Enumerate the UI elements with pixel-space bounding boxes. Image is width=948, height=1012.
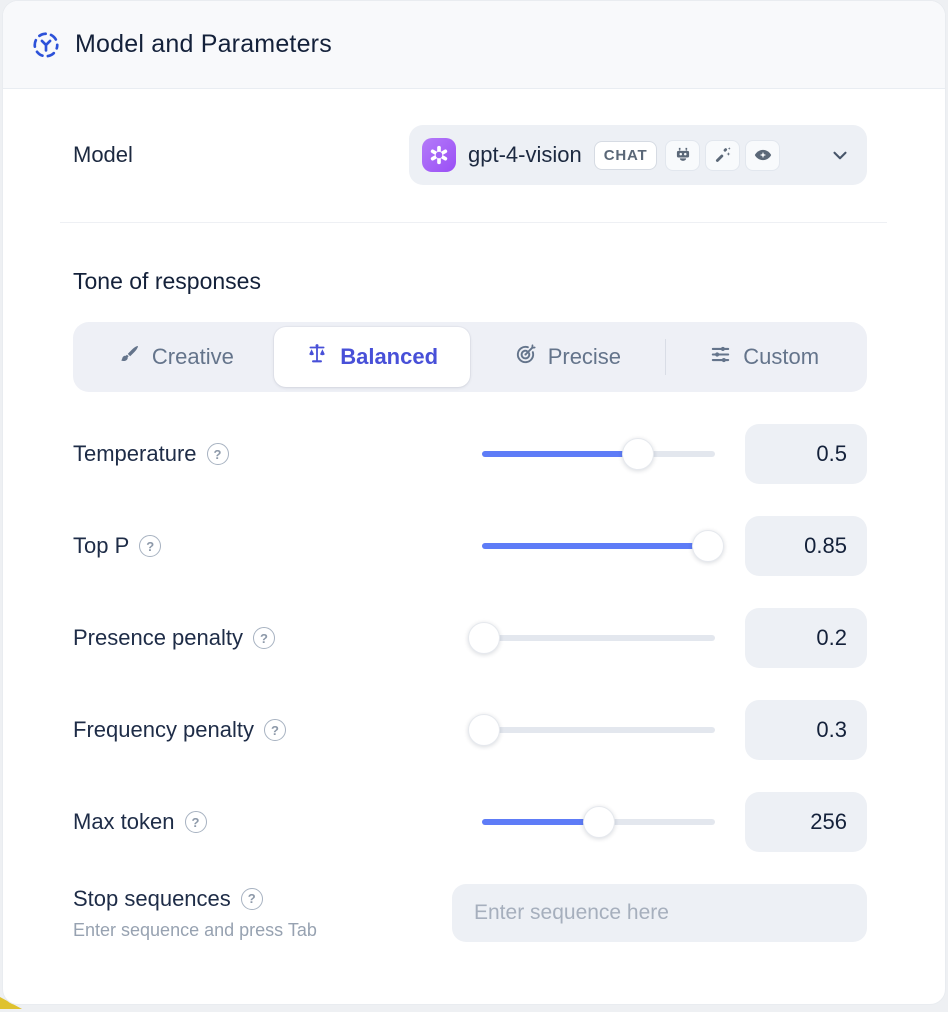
slider-thumb[interactable]: [583, 806, 615, 838]
help-icon[interactable]: [139, 535, 161, 557]
param-label: Top P: [73, 533, 482, 559]
tone-option-label: Custom: [743, 344, 819, 370]
stop-sequences-row: Stop sequences Enter sequence and press …: [73, 884, 867, 942]
tone-option-creative[interactable]: Creative: [78, 327, 274, 387]
magic-wand-icon: [705, 140, 740, 171]
tone-option-balanced[interactable]: Balanced: [274, 327, 470, 387]
target-icon: [514, 343, 537, 372]
tone-heading: Tone of responses: [73, 268, 867, 295]
model-row: Model gpt-4-vi: [73, 125, 867, 185]
temperature-value[interactable]: 0.5: [745, 424, 867, 484]
sliders-icon: [709, 343, 732, 372]
help-icon[interactable]: [207, 443, 229, 465]
max-token-slider[interactable]: [482, 806, 715, 838]
section-divider: [60, 222, 887, 223]
chevron-down-icon: [829, 144, 851, 166]
param-label: Max token: [73, 809, 482, 835]
robot-icon: [665, 140, 700, 171]
max-token-value[interactable]: 256: [745, 792, 867, 852]
frequency-penalty-slider[interactable]: [482, 714, 715, 746]
presence-penalty-value[interactable]: 0.2: [745, 608, 867, 668]
slider-thumb[interactable]: [468, 714, 500, 746]
slider-thumb[interactable]: [622, 438, 654, 470]
param-label: Temperature: [73, 441, 482, 467]
page-title: Model and Parameters: [75, 30, 332, 59]
slider-fill: [482, 451, 638, 457]
param-row-top-p: Top P 0.85: [73, 516, 867, 576]
help-icon[interactable]: [241, 888, 263, 910]
param-row-frequency-penalty: Frequency penalty 0.3: [73, 700, 867, 760]
model-type-badge: CHAT: [594, 141, 658, 170]
stop-sequences-labels: Stop sequences Enter sequence and press …: [73, 886, 452, 941]
top-p-value[interactable]: 0.85: [745, 516, 867, 576]
tone-option-precise[interactable]: Precise: [470, 327, 666, 387]
model-label: Model: [73, 142, 409, 168]
tone-segmented-control: Creative Balanced: [73, 322, 867, 392]
help-icon[interactable]: [264, 719, 286, 741]
frequency-penalty-value[interactable]: 0.3: [745, 700, 867, 760]
slider-fill: [482, 819, 599, 825]
temperature-slider[interactable]: [482, 438, 715, 470]
selected-model-name: gpt-4-vision: [468, 142, 582, 168]
help-icon[interactable]: [185, 811, 207, 833]
model-icon: [31, 30, 61, 60]
capability-chips: [665, 140, 780, 171]
param-label: Presence penalty: [73, 625, 482, 651]
param-row-temperature: Temperature 0.5: [73, 424, 867, 484]
tone-option-label: Balanced: [340, 344, 438, 370]
openai-logo-icon: [422, 138, 456, 172]
model-select[interactable]: gpt-4-vision CHAT: [409, 125, 867, 185]
tone-option-label: Creative: [152, 344, 234, 370]
tone-option-custom[interactable]: Custom: [666, 327, 862, 387]
param-row-max-token: Max token 256: [73, 792, 867, 852]
tone-option-label: Precise: [548, 344, 621, 370]
slider-thumb[interactable]: [692, 530, 724, 562]
slider-fill: [482, 543, 708, 549]
presence-penalty-slider[interactable]: [482, 622, 715, 654]
stop-sequences-label: Stop sequences: [73, 886, 231, 912]
param-label: Frequency penalty: [73, 717, 482, 743]
stop-sequence-input[interactable]: [452, 884, 867, 942]
stop-sequences-helper: Enter sequence and press Tab: [73, 920, 452, 941]
help-icon[interactable]: [253, 627, 275, 649]
paintbrush-icon: [118, 343, 141, 372]
balance-scale-icon: [305, 342, 329, 372]
vision-eye-icon: [745, 140, 780, 171]
panel-header: Model and Parameters: [3, 1, 945, 89]
param-row-presence-penalty: Presence penalty 0.2: [73, 608, 867, 668]
slider-thumb[interactable]: [468, 622, 500, 654]
top-p-slider[interactable]: [482, 530, 715, 562]
model-parameters-panel: Model and Parameters Model: [2, 0, 946, 1005]
